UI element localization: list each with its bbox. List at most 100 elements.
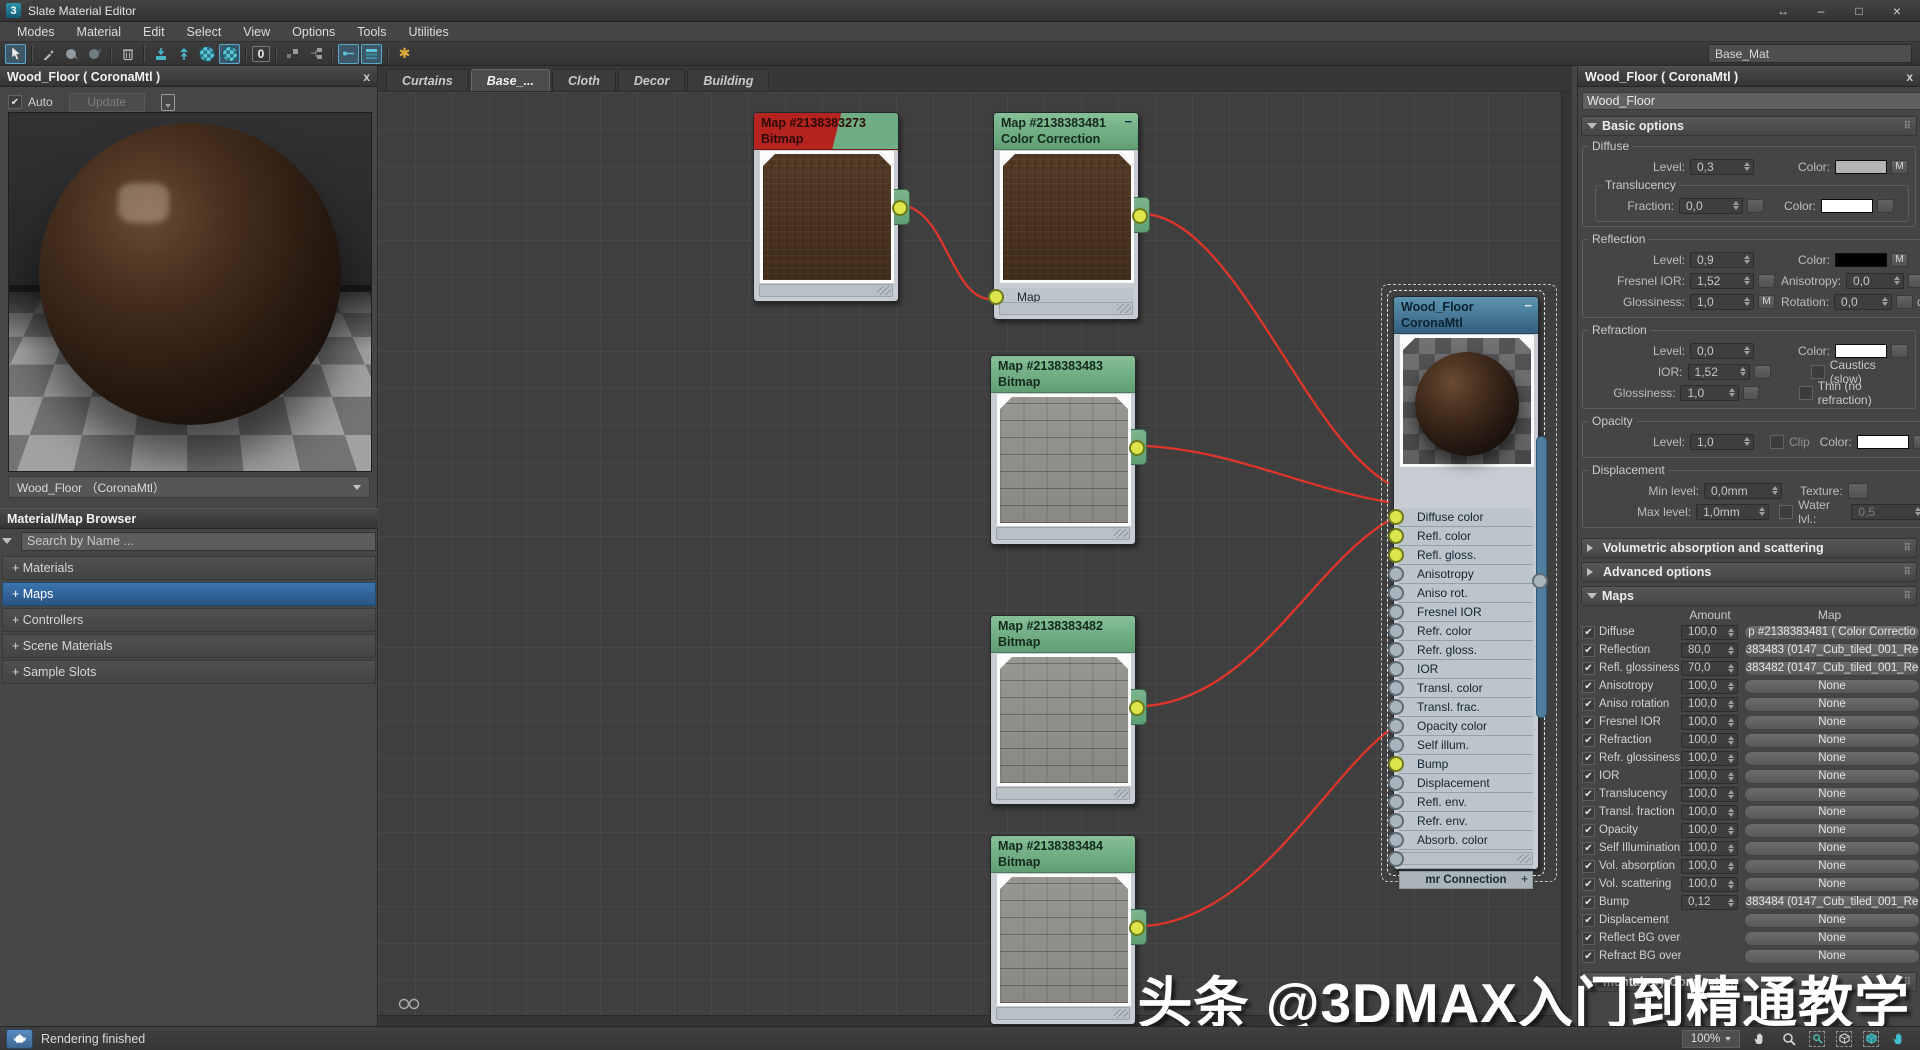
map-amount-spinner[interactable]: 100,0 <box>1681 733 1738 748</box>
rotation-spinner[interactable]: 0,0 <box>1834 294 1892 310</box>
map-enable-checkbox[interactable]: ✔ <box>1582 770 1595 783</box>
map-amount-spinner[interactable]: 100,0 <box>1681 697 1738 712</box>
water-level-spinner[interactable]: 0,5 <box>1851 504 1920 520</box>
map-slot-button[interactable]: None <box>1744 877 1920 892</box>
parameter-editor-toggle-icon[interactable] <box>338 44 359 64</box>
material-input-slot[interactable]: Transl. frac. <box>1399 698 1533 717</box>
map-enable-checkbox[interactable]: ✔ <box>1582 914 1595 927</box>
map-enable-checkbox[interactable]: ✔ <box>1582 824 1595 837</box>
map-slot-button[interactable]: None <box>1744 715 1920 730</box>
show-end-result-icon[interactable] <box>161 94 175 111</box>
map-enable-checkbox[interactable]: ✔ <box>1582 734 1595 747</box>
menu-item[interactable]: Options <box>281 25 346 39</box>
slot-connector-dot[interactable] <box>1388 699 1404 715</box>
menu-item[interactable]: View <box>232 25 281 39</box>
menu-item[interactable]: Material <box>66 25 132 39</box>
translucency-color-swatch[interactable] <box>1821 199 1873 213</box>
refraction-color-swatch[interactable] <box>1835 344 1887 358</box>
rollout-maps[interactable]: Maps <box>1581 586 1917 606</box>
map-enable-checkbox[interactable]: ✔ <box>1582 842 1595 855</box>
material-input-slot[interactable]: Transl. color <box>1399 679 1533 698</box>
material-name-field[interactable] <box>1582 92 1920 110</box>
search-options-icon[interactable] <box>2 538 12 549</box>
map-enable-checkbox[interactable]: ✔ <box>1582 896 1595 909</box>
rollout-volumetric[interactable]: Volumetric absorption and scattering <box>1581 538 1917 558</box>
slot-connector-dot[interactable] <box>1388 623 1404 639</box>
reflection-glossiness-spinner[interactable]: 1,0 <box>1690 294 1754 310</box>
close-icon[interactable]: x <box>1906 70 1913 84</box>
refraction-ior-map-button[interactable] <box>1754 365 1771 379</box>
slot-connector-dot[interactable] <box>1388 661 1404 677</box>
map-slot-button[interactable]: None <box>1744 787 1920 802</box>
node-bitmap-273[interactable]: Map #2138383273 Bitmap <box>753 112 899 302</box>
map-enable-checkbox[interactable]: ✔ <box>1582 752 1595 765</box>
rollout-advanced-options[interactable]: Advanced options <box>1581 562 1917 582</box>
pan-tool-icon[interactable] <box>1751 1030 1769 1048</box>
slot-connector-dot[interactable] <box>1388 718 1404 734</box>
map-enable-checkbox[interactable]: ✔ <box>1582 698 1595 711</box>
active-material-selector[interactable]: Base_Mat <box>1708 44 1912 63</box>
map-enable-checkbox[interactable]: ✔ <box>1582 626 1595 639</box>
reflection-glossiness-map-button[interactable]: M <box>1758 295 1775 309</box>
material-input-slot[interactable]: Diffuse color <box>1399 508 1533 527</box>
put-to-library-icon[interactable] <box>173 44 194 64</box>
browser-category-item[interactable]: + Controllers <box>2 608 376 632</box>
map-enable-checkbox[interactable]: ✔ <box>1582 878 1595 891</box>
diffuse-color-swatch[interactable] <box>1835 160 1887 174</box>
zoom-tool-icon[interactable] <box>1780 1030 1798 1048</box>
node-view-vertical-scrollbar[interactable] <box>1561 92 1572 1016</box>
slot-connector-dot[interactable] <box>1388 756 1404 772</box>
material-input-slot[interactable]: Refl. color <box>1399 527 1533 546</box>
map-amount-spinner[interactable]: 100,0 <box>1681 769 1738 784</box>
mr-connection-bar[interactable]: mr Connection + <box>1399 871 1533 889</box>
map-amount-spinner[interactable]: 100,0 <box>1681 877 1738 892</box>
node-bitmap-483[interactable]: Map #2138383483 Bitmap <box>990 355 1136 545</box>
view-tab[interactable]: Base_... <box>471 69 550 91</box>
map-slot-button[interactable]: 383482 (0147_Cub_tiled_001_Re <box>1744 661 1920 676</box>
slot-connector-dot[interactable] <box>1388 547 1404 563</box>
dock-icon[interactable]: ↔ <box>1766 2 1800 20</box>
pan-selected-tool-icon[interactable] <box>1890 1030 1908 1048</box>
material-input-slot[interactable]: Absorb. color <box>1399 831 1533 850</box>
close-icon[interactable]: x <box>363 70 370 84</box>
map-amount-spinner[interactable]: 0,12 <box>1681 895 1738 910</box>
material-input-slot[interactable]: Aniso rot. <box>1399 584 1533 603</box>
slot-connector-dot[interactable] <box>1388 566 1404 582</box>
slot-connector-dot[interactable] <box>1388 642 1404 658</box>
zoom-extents-icon[interactable] <box>1836 1031 1852 1047</box>
show-shaded-material-in-viewport-icon[interactable] <box>196 44 217 64</box>
menu-item[interactable]: Select <box>176 25 233 39</box>
maximize-button[interactable]: □ <box>1842 2 1876 20</box>
map-amount-spinner[interactable]: 100,0 <box>1681 787 1738 802</box>
menu-item[interactable]: Utilities <box>397 25 459 39</box>
material-input-slot[interactable]: Refl. gloss. <box>1399 546 1533 565</box>
output-connector-dot[interactable] <box>1129 700 1145 716</box>
map-amount-spinner[interactable]: 100,0 <box>1681 679 1738 694</box>
assign-material-to-selection-icon[interactable] <box>150 44 171 64</box>
map-enable-checkbox[interactable]: ✔ <box>1582 788 1595 801</box>
collapse-icon[interactable]: − <box>1524 298 1532 314</box>
preview-material-dropdown[interactable]: Wood_Floor （CoronaMtl） <box>8 476 370 498</box>
map-slot-button[interactable]: None <box>1744 769 1920 784</box>
output-connector-dot[interactable] <box>1129 920 1145 936</box>
pick-material-from-object-icon[interactable] <box>61 44 82 64</box>
diffuse-level-spinner[interactable]: 0,3 <box>1690 159 1754 175</box>
map-enable-checkbox[interactable]: ✔ <box>1582 680 1595 693</box>
anisotropy-map-button[interactable] <box>1908 274 1920 288</box>
search-input[interactable] <box>21 532 376 551</box>
map-enable-checkbox[interactable]: ✔ <box>1582 932 1595 945</box>
map-slot-button[interactable]: p #2138383481 ( Color Correctio <box>1744 625 1920 640</box>
slot-connector-dot[interactable] <box>1388 794 1404 810</box>
browser-category-item[interactable]: + Scene Materials <box>2 634 376 658</box>
move-children-icon[interactable] <box>282 44 303 64</box>
slot-connector-dot[interactable] <box>1388 832 1404 848</box>
reflection-color-swatch[interactable] <box>1835 253 1887 267</box>
map-slot-button[interactable]: None <box>1744 679 1920 694</box>
refraction-glossiness-map-button[interactable] <box>1743 386 1759 400</box>
material-input-slot[interactable]: Refr. gloss. <box>1399 641 1533 660</box>
material-input-slot[interactable]: Refr. env. <box>1399 812 1533 831</box>
output-connector-dot[interactable] <box>892 200 908 216</box>
material-input-slot[interactable]: Displacement <box>1399 774 1533 793</box>
anisotropy-spinner[interactable]: 0,0 <box>1846 273 1904 289</box>
expand-icon[interactable]: + <box>1521 874 1528 886</box>
